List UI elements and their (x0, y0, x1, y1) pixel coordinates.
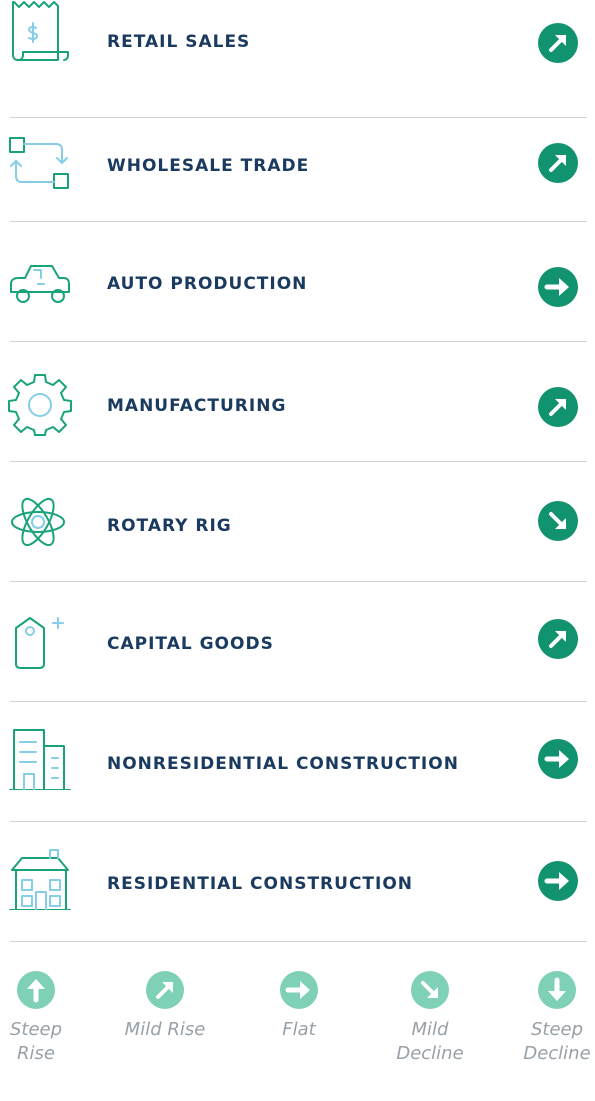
legend-label: Steep Decline (523, 1019, 591, 1064)
exchange-arrows-icon (8, 136, 72, 200)
steep-rise-icon (16, 970, 56, 1010)
mild-decline-icon (410, 970, 450, 1010)
mild-rise-icon (537, 618, 579, 660)
mild-rise-icon (537, 142, 579, 184)
price-tag-icon (8, 612, 72, 676)
indicator-label: MANUFACTURING (107, 396, 287, 416)
flat-icon (537, 266, 579, 308)
indicator-row-manufacturing: MANUFACTURING (0, 342, 595, 462)
indicator-label: RETAIL SALES (107, 32, 251, 52)
indicator-row-residential-construction: RESIDENTIAL CONSTRUCTION (0, 822, 595, 942)
mild-rise-icon (537, 386, 579, 428)
indicator-label: AUTO PRODUCTION (107, 274, 308, 294)
legend-label: Flat (282, 1019, 316, 1040)
mild-decline-icon (537, 500, 579, 542)
indicator-label: RESIDENTIAL CONSTRUCTION (107, 874, 414, 894)
flat-icon (537, 738, 579, 780)
steep-decline-icon (537, 970, 577, 1010)
indicator-label: NONRESIDENTIAL CONSTRUCTION (107, 754, 459, 774)
legend-label: Mild Rise (124, 1019, 206, 1040)
legend-item-mild-decline: Mild Decline (380, 970, 480, 1066)
legend-item-mild-rise: Mild Rise (116, 970, 214, 1042)
indicator-row-auto-production: AUTO PRODUCTION (0, 222, 595, 342)
house-icon (8, 846, 72, 910)
indicator-row-retail-sales: RETAIL SALES (0, 0, 595, 118)
indicator-label: ROTARY RIG (107, 516, 232, 536)
trend-legend: Steep Rise Mild Rise Flat Mild Decline S… (0, 970, 595, 1101)
legend-label: Mild Decline (396, 1019, 464, 1064)
indicator-label: CAPITAL GOODS (107, 634, 274, 654)
indicator-row-capital-goods: CAPITAL GOODS (0, 582, 595, 702)
legend-item-steep-rise: Steep Rise (4, 970, 68, 1066)
car-icon (8, 258, 72, 322)
legend-item-flat: Flat (266, 970, 332, 1042)
mild-rise-icon (537, 22, 579, 64)
mild-rise-icon (145, 970, 185, 1010)
flat-icon (537, 860, 579, 902)
gear-icon (8, 372, 72, 436)
indicator-row-nonresidential-construction: NONRESIDENTIAL CONSTRUCTION (0, 702, 595, 822)
legend-label: Steep Rise (9, 1019, 63, 1064)
indicator-label: WHOLESALE TRADE (107, 156, 310, 176)
row-divider (10, 941, 587, 942)
indicator-row-rotary-rig: ROTARY RIG (0, 462, 595, 582)
atom-icon (8, 492, 72, 556)
office-building-icon (8, 726, 72, 790)
legend-item-steep-decline: Steep Decline (520, 970, 594, 1066)
indicator-row-wholesale-trade: WHOLESALE TRADE (0, 102, 595, 222)
flat-icon (279, 970, 319, 1010)
receipt-dollar-icon (8, 0, 72, 62)
